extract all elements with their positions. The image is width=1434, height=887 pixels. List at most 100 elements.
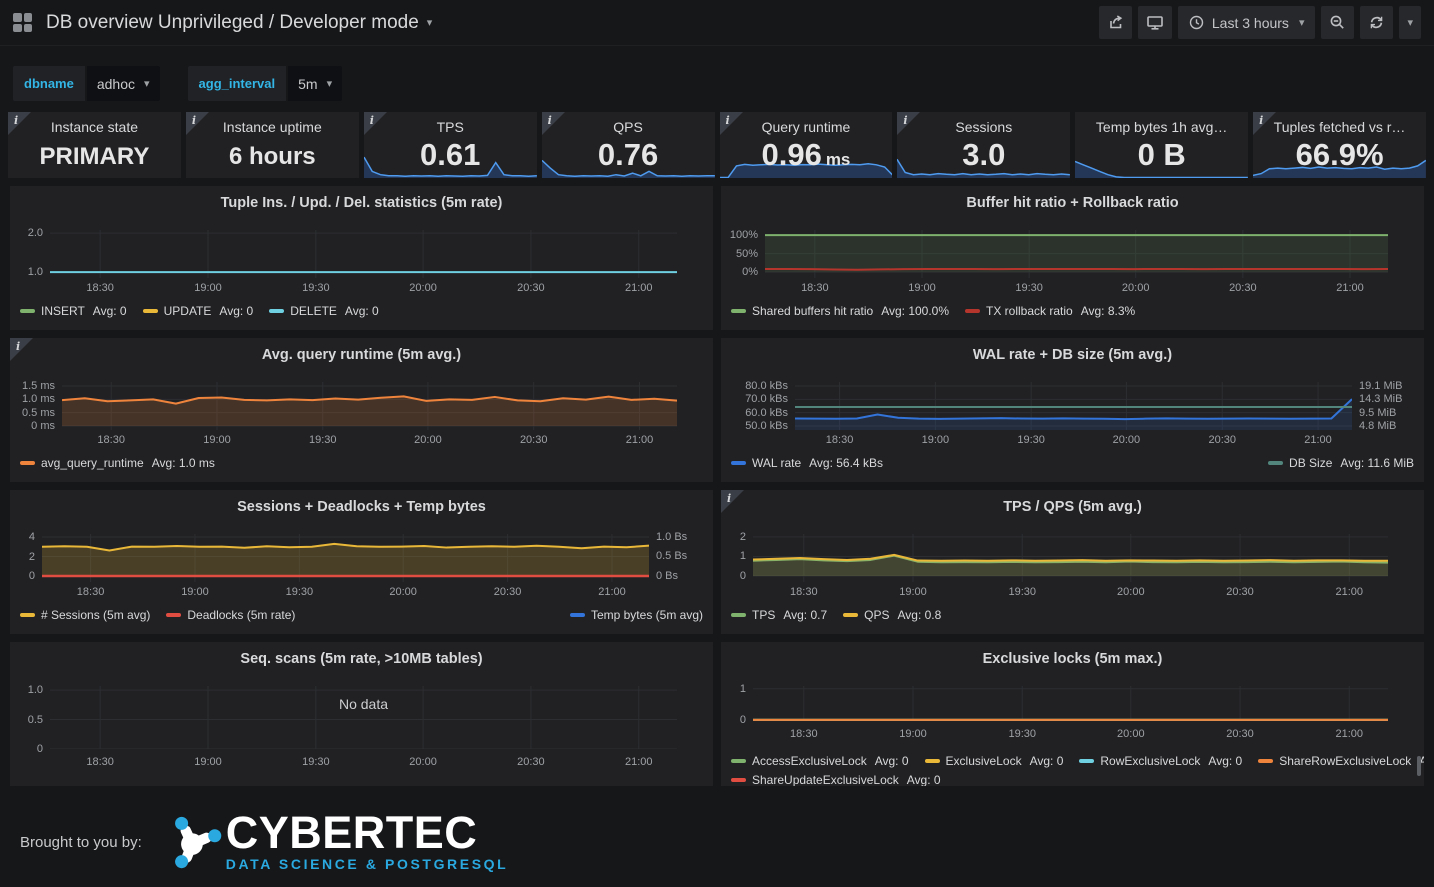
legend-item[interactable]: ShareUpdateExclusiveLockAvg: 0 <box>731 773 941 786</box>
time-range-button[interactable]: Last 3 hours ▾ <box>1178 6 1316 39</box>
stat-panel-title[interactable]: TPS <box>364 119 537 135</box>
legend-item[interactable]: QPSAvg: 0.8 <box>843 608 941 622</box>
legend-item[interactable]: Temp bytes (5m avg) <box>570 608 703 622</box>
y-tick-label: 1 <box>721 682 746 696</box>
legend-swatch-icon <box>1258 759 1273 763</box>
chart-panel-title[interactable]: WAL rate + DB size (5m avg.) <box>721 347 1424 363</box>
zoom-out-button[interactable] <box>1321 6 1354 39</box>
stat-panel[interactable]: iQuery runtime0.96ms <box>720 112 893 178</box>
chart-plot-area <box>753 534 1388 582</box>
stat-panel-title[interactable]: Query runtime <box>720 119 893 135</box>
chart-panel-title[interactable]: Buffer hit ratio + Rollback ratio <box>721 195 1424 211</box>
stat-panel-title[interactable]: Instance uptime <box>186 119 359 135</box>
variable-agg-interval-value: 5m <box>298 76 317 92</box>
chart-canvas[interactable] <box>42 534 649 582</box>
legend-item[interactable]: ExclusiveLockAvg: 0 <box>925 754 1064 768</box>
share-button[interactable] <box>1099 6 1132 39</box>
info-icon[interactable]: i <box>364 112 388 136</box>
variable-dbname-select[interactable]: adhoc ▾ <box>87 66 160 101</box>
info-icon[interactable]: i <box>186 112 210 136</box>
y-tick-label: 0 ms <box>10 419 55 433</box>
x-axis-labels: 18:3019:0019:3020:0020:3021:00 <box>765 282 1388 296</box>
variable-agg-interval-select[interactable]: 5m ▾ <box>288 66 342 101</box>
stat-panel[interactable]: iQPS 0.76 <box>542 112 715 178</box>
info-icon[interactable]: i <box>1253 112 1277 136</box>
info-icon[interactable]: i <box>721 490 745 514</box>
info-icon[interactable]: i <box>720 112 744 136</box>
legend-item[interactable]: INSERTAvg: 0 <box>20 304 127 318</box>
info-icon[interactable]: i <box>8 112 32 136</box>
x-tick-label: 20:30 <box>517 756 545 768</box>
legend-item[interactable]: TX rollback ratioAvg: 8.3% <box>965 304 1135 318</box>
chart-panel[interactable]: Seq. scans (5m rate, >10MB tables)No dat… <box>10 642 713 786</box>
chart-panel[interactable]: WAL rate + DB size (5m avg.)80.0 kBs70.0… <box>721 338 1424 482</box>
chart-panel-title[interactable]: Exclusive locks (5m max.) <box>721 651 1424 667</box>
x-tick-label: 19:30 <box>286 586 314 598</box>
stat-panel-value: 0.76 <box>542 139 715 172</box>
info-icon[interactable]: i <box>10 338 34 362</box>
x-axis-labels: 18:3019:0019:3020:0020:3021:00 <box>753 586 1388 600</box>
stat-panel[interactable]: Temp bytes 1h avg…0 B <box>1075 112 1248 178</box>
legend-item[interactable]: Shared buffers hit ratioAvg: 100.0% <box>731 304 949 318</box>
chart-panel-title[interactable]: Sessions + Deadlocks + Temp bytes <box>10 499 713 515</box>
grafana-dashboard-icon[interactable] <box>13 13 32 32</box>
refresh-button[interactable] <box>1360 6 1393 39</box>
x-tick-label: 21:00 <box>625 282 653 294</box>
chart-panel[interactable]: Tuple Ins. / Upd. / Del. statistics (5m … <box>10 186 713 330</box>
stat-panel[interactable]: iTuples fetched vs r…66.9% <box>1253 112 1426 178</box>
legend-row: avg_query_runtimeAvg: 1.0 ms <box>20 456 703 470</box>
share-icon <box>1107 14 1124 31</box>
stat-panel-value: 3.0 <box>897 139 1070 172</box>
stat-panel[interactable]: iSessions 3.0 <box>897 112 1070 178</box>
chart-plot-area <box>753 686 1388 721</box>
legend-item[interactable]: TPSAvg: 0.7 <box>731 608 827 622</box>
title-chevron-down-icon[interactable]: ▾ <box>427 16 433 29</box>
tv-mode-button[interactable] <box>1138 6 1172 39</box>
chart-panel[interactable]: Buffer hit ratio + Rollback ratio100%50%… <box>721 186 1424 330</box>
chart-panel-title[interactable]: Avg. query runtime (5m avg.) <box>10 347 713 363</box>
chart-legend: Shared buffers hit ratioAvg: 100.0% TX ro… <box>731 304 1414 318</box>
chart-panel[interactable]: Sessions + Deadlocks + Temp bytes4201.0 … <box>10 490 713 634</box>
legend-item[interactable]: DB SizeAvg: 11.6 MiB <box>1268 456 1414 470</box>
y-tick-label: 0 <box>721 713 746 727</box>
dashboard-title[interactable]: DB overview Unprivileged / Developer mod… <box>46 12 419 34</box>
chart-panel[interactable]: iAvg. query runtime (5m avg.)1.5 ms1.0 m… <box>10 338 713 482</box>
chart-panel-title[interactable]: TPS / QPS (5m avg.) <box>721 499 1424 515</box>
legend-label: ShareRowExclusiveLock <box>1279 754 1411 768</box>
chart-canvas[interactable] <box>765 230 1388 278</box>
chart-panel-title[interactable]: Tuple Ins. / Upd. / Del. statistics (5m … <box>10 195 713 211</box>
stat-panel-title[interactable]: Tuples fetched vs r… <box>1253 119 1426 135</box>
stat-panel[interactable]: iInstance statePRIMARY <box>8 112 181 178</box>
stat-panel-title[interactable]: QPS <box>542 119 715 135</box>
y-tick-label: 100% <box>721 228 758 242</box>
stat-panel-title[interactable]: Sessions <box>897 119 1070 135</box>
legend-item[interactable]: UPDATEAvg: 0 <box>143 304 254 318</box>
chart-panel[interactable]: iTPS / QPS (5m avg.)21018:3019:0019:3020… <box>721 490 1424 634</box>
chart-canvas[interactable] <box>753 686 1388 721</box>
stat-panel[interactable]: iTPS0.61 <box>364 112 537 178</box>
legend-item[interactable]: avg_query_runtimeAvg: 1.0 ms <box>20 456 215 470</box>
legend-item[interactable]: ShareRowExclusiveLockAvg: 0 <box>1258 754 1424 768</box>
legend-item[interactable]: Deadlocks (5m rate) <box>166 608 295 622</box>
chart-canvas[interactable] <box>50 230 677 278</box>
legend-item[interactable]: DELETEAvg: 0 <box>269 304 379 318</box>
legend-item[interactable]: WAL rateAvg: 56.4 kBs <box>731 456 883 470</box>
chart-canvas[interactable] <box>795 382 1352 430</box>
chart-panel[interactable]: Exclusive locks (5m max.)1018:3019:0019:… <box>721 642 1424 786</box>
info-corner-triangle <box>1253 112 1276 135</box>
stat-panel[interactable]: iInstance uptime6 hours <box>186 112 359 178</box>
chart-panel-title[interactable]: Seq. scans (5m rate, >10MB tables) <box>10 651 713 667</box>
stat-panel-title[interactable]: Instance state <box>8 119 181 135</box>
chart-canvas[interactable] <box>62 382 677 430</box>
info-corner-triangle <box>721 490 744 513</box>
refresh-interval-dropdown[interactable]: ▾ <box>1399 6 1421 39</box>
x-tick-label: 19:30 <box>1015 282 1043 294</box>
legend-item[interactable]: RowExclusiveLockAvg: 0 <box>1079 754 1242 768</box>
legend-item[interactable]: AccessExclusiveLockAvg: 0 <box>731 754 909 768</box>
info-icon[interactable]: i <box>897 112 921 136</box>
stat-panel-title[interactable]: Temp bytes 1h avg… <box>1075 119 1248 135</box>
legend-item[interactable]: # Sessions (5m avg) <box>20 608 150 622</box>
info-icon[interactable]: i <box>542 112 566 136</box>
legend-scrollbar[interactable] <box>1417 756 1421 776</box>
chart-canvas[interactable] <box>753 534 1388 582</box>
